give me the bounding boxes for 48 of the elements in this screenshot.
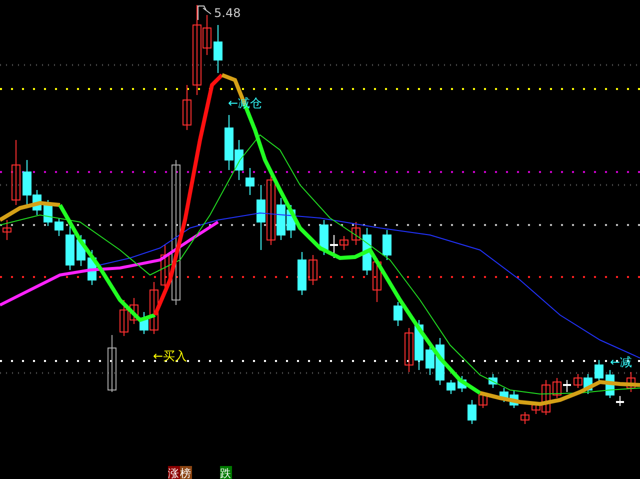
candle: [340, 236, 348, 250]
candle: [54, 218, 64, 236]
candle: [446, 380, 456, 394]
flag-icon: [198, 6, 212, 20]
candle: [404, 328, 414, 372]
candle: [594, 360, 604, 382]
candle: [108, 334, 116, 392]
candle: [120, 300, 128, 336]
candle: [320, 220, 328, 256]
candle: [510, 390, 518, 408]
signal-label: ←买入: [153, 349, 188, 363]
candle: [12, 140, 20, 206]
candle: [488, 374, 498, 388]
candle: [256, 184, 266, 250]
candle: [130, 298, 138, 324]
price-label: 5.48: [214, 6, 241, 20]
candle: [563, 380, 571, 392]
candle: [66, 224, 74, 270]
candle: [458, 376, 466, 392]
candle: [308, 254, 318, 286]
candle: [352, 222, 360, 246]
candle: [330, 234, 338, 258]
candle: [224, 114, 234, 170]
candle: [394, 302, 402, 326]
candle: [234, 140, 244, 180]
candle: [246, 168, 254, 196]
candle: [606, 370, 614, 398]
candle: [44, 200, 52, 226]
candle: [298, 252, 306, 296]
candle: [552, 378, 562, 398]
candle: [626, 372, 636, 392]
candle: [616, 396, 624, 406]
candle: [478, 392, 488, 408]
legend-tag: 跌: [220, 466, 232, 479]
candle: [584, 374, 592, 394]
candle: [414, 320, 424, 370]
candle: [286, 204, 296, 238]
legend-tag: 榜: [180, 466, 192, 479]
legend-tag: 涨: [168, 466, 180, 479]
candle: [468, 400, 476, 424]
candle: [2, 220, 12, 240]
candle: [214, 24, 222, 74]
candle: [574, 374, 582, 388]
candle: [500, 388, 508, 402]
candle: [520, 412, 530, 424]
candle: [88, 250, 96, 286]
candle: [76, 234, 86, 266]
signal-label: ←减: [610, 355, 632, 369]
